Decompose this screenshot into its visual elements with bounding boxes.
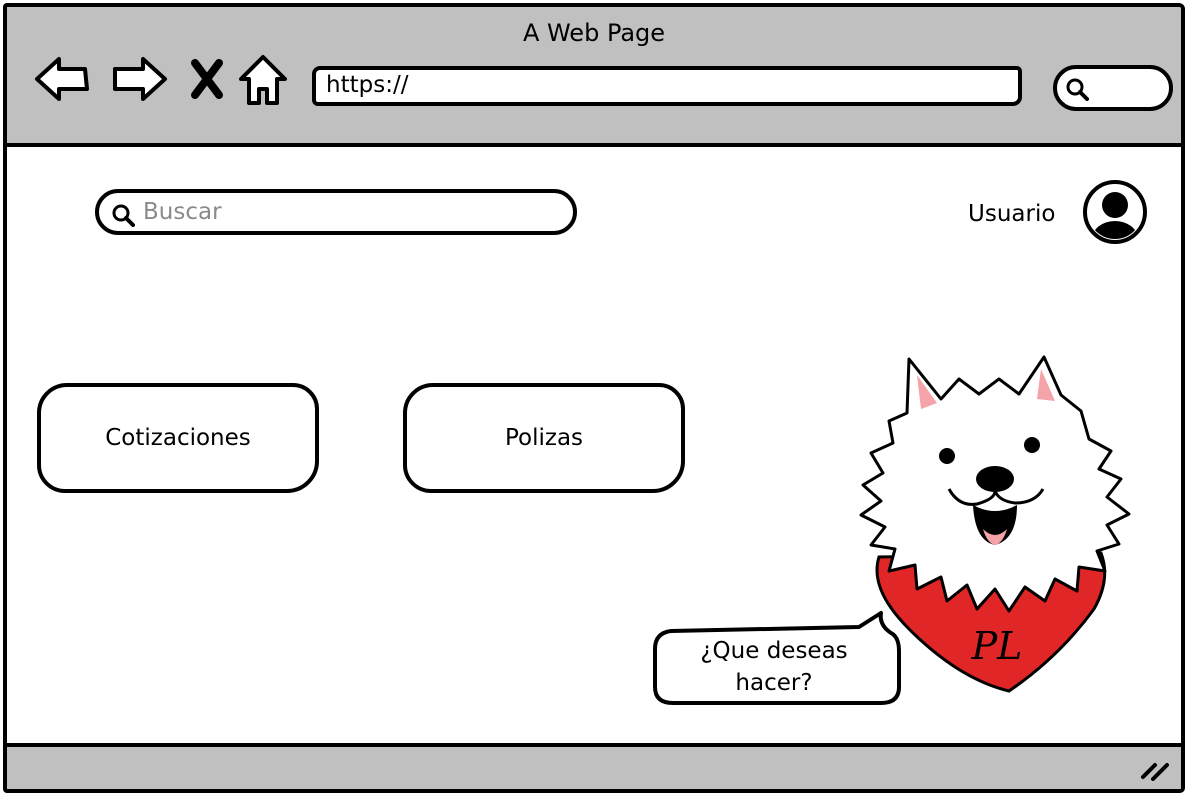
browser-search-input[interactable] [1053, 65, 1173, 111]
bandana-logo: PL [971, 624, 1023, 668]
bubble-line-1: ¿Que deseas [700, 638, 848, 664]
cotizaciones-label: Cotizaciones [105, 425, 251, 451]
site-search-input[interactable]: Buscar [95, 189, 577, 235]
browser-chrome: A Web Page https:// [7, 7, 1181, 147]
resize-handle-icon[interactable] [1139, 757, 1171, 781]
search-placeholder: Buscar [143, 199, 222, 225]
forward-arrow-icon[interactable] [109, 51, 169, 107]
bubble-line-2: hacer? [735, 670, 813, 696]
polizas-button[interactable]: Polizas [403, 383, 685, 493]
assistant-speech-bubble: ¿Que deseas hacer? [649, 607, 904, 707]
user-avatar-icon[interactable] [1082, 179, 1148, 245]
search-icon [112, 204, 135, 227]
polizas-label: Polizas [504, 425, 584, 451]
stop-x-icon[interactable] [183, 51, 233, 107]
search-icon [1066, 78, 1089, 101]
window-title: A Web Page [522, 19, 666, 47]
back-arrow-icon[interactable] [33, 51, 93, 107]
cotizaciones-button[interactable]: Cotizaciones [37, 383, 319, 493]
browser-window: A Web Page https:// Buscar Usuario Cotiz… [3, 3, 1185, 793]
status-bar [7, 743, 1181, 789]
home-icon[interactable] [235, 51, 291, 107]
user-label[interactable]: Usuario [968, 201, 1055, 227]
url-input[interactable]: https:// [312, 66, 1022, 106]
